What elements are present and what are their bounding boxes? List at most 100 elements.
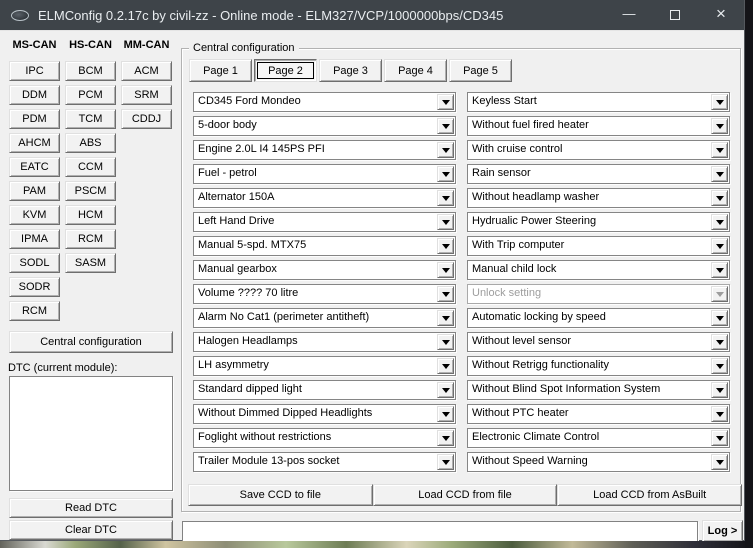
module-button-mm-can-srm[interactable]: SRM: [121, 85, 172, 105]
dropdown-arrow-button[interactable]: [711, 286, 728, 302]
config-dropdown-left-9[interactable]: Volume ???? 70 litre: [193, 284, 456, 304]
dropdown-arrow-button[interactable]: [711, 166, 728, 182]
dropdown-arrow-button[interactable]: [437, 94, 454, 110]
dropdown-arrow-button[interactable]: [711, 334, 728, 350]
dropdown-arrow-button[interactable]: [711, 94, 728, 110]
module-button-ms-can-ddm[interactable]: DDM: [9, 85, 60, 105]
dropdown-arrow-button[interactable]: [711, 454, 728, 470]
module-button-mm-can-cddj[interactable]: CDDJ: [121, 109, 172, 129]
config-dropdown-right-3[interactable]: With cruise control: [467, 140, 730, 160]
dropdown-arrow-button[interactable]: [437, 382, 454, 398]
dropdown-arrow-button[interactable]: [437, 214, 454, 230]
dropdown-arrow-button[interactable]: [437, 430, 454, 446]
config-dropdown-left-5[interactable]: Alternator 150A: [193, 188, 456, 208]
clear-dtc-button[interactable]: Clear DTC: [9, 520, 173, 540]
dropdown-arrow-button[interactable]: [437, 166, 454, 182]
config-dropdown-left-6[interactable]: Left Hand Drive: [193, 212, 456, 232]
config-dropdown-left-14[interactable]: Without Dimmed Dipped Headlights: [193, 404, 456, 424]
dropdown-arrow-button[interactable]: [437, 142, 454, 158]
dropdown-arrow-button[interactable]: [437, 190, 454, 206]
tab-page-4[interactable]: Page 4: [384, 59, 447, 82]
dropdown-arrow-button[interactable]: [437, 454, 454, 470]
module-button-mm-can-acm[interactable]: ACM: [121, 61, 172, 81]
config-dropdown-left-8[interactable]: Manual gearbox: [193, 260, 456, 280]
dropdown-arrow-button[interactable]: [437, 406, 454, 422]
dropdown-arrow-button[interactable]: [437, 286, 454, 302]
config-dropdown-left-11[interactable]: Halogen Headlamps: [193, 332, 456, 352]
maximize-button[interactable]: [652, 0, 698, 30]
module-button-hs-can-tcm[interactable]: TCM: [65, 109, 116, 129]
status-input[interactable]: [182, 521, 698, 542]
tab-page-5[interactable]: Page 5: [449, 59, 512, 82]
config-dropdown-right-5[interactable]: Without headlamp washer: [467, 188, 730, 208]
config-dropdown-right-2[interactable]: Without fuel fired heater: [467, 116, 730, 136]
dropdown-arrow-button[interactable]: [437, 334, 454, 350]
dropdown-arrow-button[interactable]: [711, 358, 728, 374]
config-dropdown-right-11[interactable]: Without level sensor: [467, 332, 730, 352]
config-dropdown-right-14[interactable]: Without PTC heater: [467, 404, 730, 424]
module-button-ms-can-rcm[interactable]: RCM: [9, 301, 60, 321]
config-dropdown-right-16[interactable]: Without Speed Warning: [467, 452, 730, 472]
module-button-ms-can-eatc[interactable]: EATC: [9, 157, 60, 177]
module-button-ms-can-ipc[interactable]: IPC: [9, 61, 60, 81]
module-button-hs-can-ccm[interactable]: CCM: [65, 157, 116, 177]
central-configuration-button[interactable]: Central configuration: [9, 331, 173, 353]
tab-page-1[interactable]: Page 1: [189, 59, 252, 82]
module-button-hs-can-pcm[interactable]: PCM: [65, 85, 116, 105]
config-dropdown-left-1[interactable]: CD345 Ford Mondeo: [193, 92, 456, 112]
dropdown-arrow-button[interactable]: [711, 190, 728, 206]
dropdown-arrow-button[interactable]: [437, 310, 454, 326]
module-button-ms-can-kvm[interactable]: KVM: [9, 205, 60, 225]
module-button-hs-can-bcm[interactable]: BCM: [65, 61, 116, 81]
config-dropdown-left-4[interactable]: Fuel - petrol: [193, 164, 456, 184]
config-dropdown-left-12[interactable]: LH asymmetry: [193, 356, 456, 376]
config-dropdown-left-13[interactable]: Standard dipped light: [193, 380, 456, 400]
dropdown-arrow-button[interactable]: [711, 310, 728, 326]
config-dropdown-left-7[interactable]: Manual 5-spd. MTX75: [193, 236, 456, 256]
config-dropdown-right-9[interactable]: Unlock setting: [467, 284, 730, 304]
config-dropdown-left-16[interactable]: Trailer Module 13-pos socket: [193, 452, 456, 472]
module-button-hs-can-abs[interactable]: ABS: [65, 133, 116, 153]
load-ccd-from-file-button[interactable]: Load CCD from file: [373, 484, 558, 506]
dropdown-arrow-button[interactable]: [711, 238, 728, 254]
load-ccd-from-asbuilt-button[interactable]: Load CCD from AsBuilt: [557, 484, 742, 506]
dropdown-arrow-button[interactable]: [437, 358, 454, 374]
dropdown-arrow-button[interactable]: [711, 406, 728, 422]
config-dropdown-right-13[interactable]: Without Blind Spot Information System: [467, 380, 730, 400]
dropdown-arrow-button[interactable]: [711, 382, 728, 398]
dropdown-arrow-button[interactable]: [711, 214, 728, 230]
dropdown-arrow-button[interactable]: [437, 262, 454, 278]
module-button-ms-can-pdm[interactable]: PDM: [9, 109, 60, 129]
dropdown-arrow-button[interactable]: [711, 430, 728, 446]
module-button-ms-can-sodr[interactable]: SODR: [9, 277, 60, 297]
dropdown-arrow-button[interactable]: [711, 118, 728, 134]
module-button-hs-can-rcm[interactable]: RCM: [65, 229, 116, 249]
config-dropdown-right-7[interactable]: With Trip computer: [467, 236, 730, 256]
config-dropdown-right-6[interactable]: Hydrualic Power Steering: [467, 212, 730, 232]
module-button-hs-can-pscm[interactable]: PSCM: [65, 181, 116, 201]
dropdown-arrow-button[interactable]: [437, 118, 454, 134]
config-dropdown-right-8[interactable]: Manual child lock: [467, 260, 730, 280]
config-dropdown-right-12[interactable]: Without Retrigg functionality: [467, 356, 730, 376]
module-button-ms-can-ahcm[interactable]: AHCM: [9, 133, 60, 153]
minimize-button[interactable]: —: [606, 0, 652, 30]
config-dropdown-right-10[interactable]: Automatic locking by speed: [467, 308, 730, 328]
read-dtc-button[interactable]: Read DTC: [9, 498, 173, 518]
config-dropdown-left-10[interactable]: Alarm No Cat1 (perimeter antitheft): [193, 308, 456, 328]
module-button-hs-can-sasm[interactable]: SASM: [65, 253, 116, 273]
save-ccd-to-file-button[interactable]: Save CCD to file: [188, 484, 373, 506]
config-dropdown-left-15[interactable]: Foglight without restrictions: [193, 428, 456, 448]
config-dropdown-right-4[interactable]: Rain sensor: [467, 164, 730, 184]
config-dropdown-right-15[interactable]: Electronic Climate Control: [467, 428, 730, 448]
dropdown-arrow-button[interactable]: [437, 238, 454, 254]
dtc-textarea[interactable]: [9, 376, 173, 491]
module-button-ms-can-pam[interactable]: PAM: [9, 181, 60, 201]
close-button[interactable]: ×: [698, 0, 744, 30]
module-button-ms-can-sodl[interactable]: SODL: [9, 253, 60, 273]
tab-page-3[interactable]: Page 3: [319, 59, 382, 82]
config-dropdown-left-3[interactable]: Engine 2.0L I4 145PS PFI: [193, 140, 456, 160]
log-toggle-button[interactable]: Log >: [702, 520, 743, 542]
config-dropdown-left-2[interactable]: 5-door body: [193, 116, 456, 136]
config-dropdown-right-1[interactable]: Keyless Start: [467, 92, 730, 112]
module-button-hs-can-hcm[interactable]: HCM: [65, 205, 116, 225]
